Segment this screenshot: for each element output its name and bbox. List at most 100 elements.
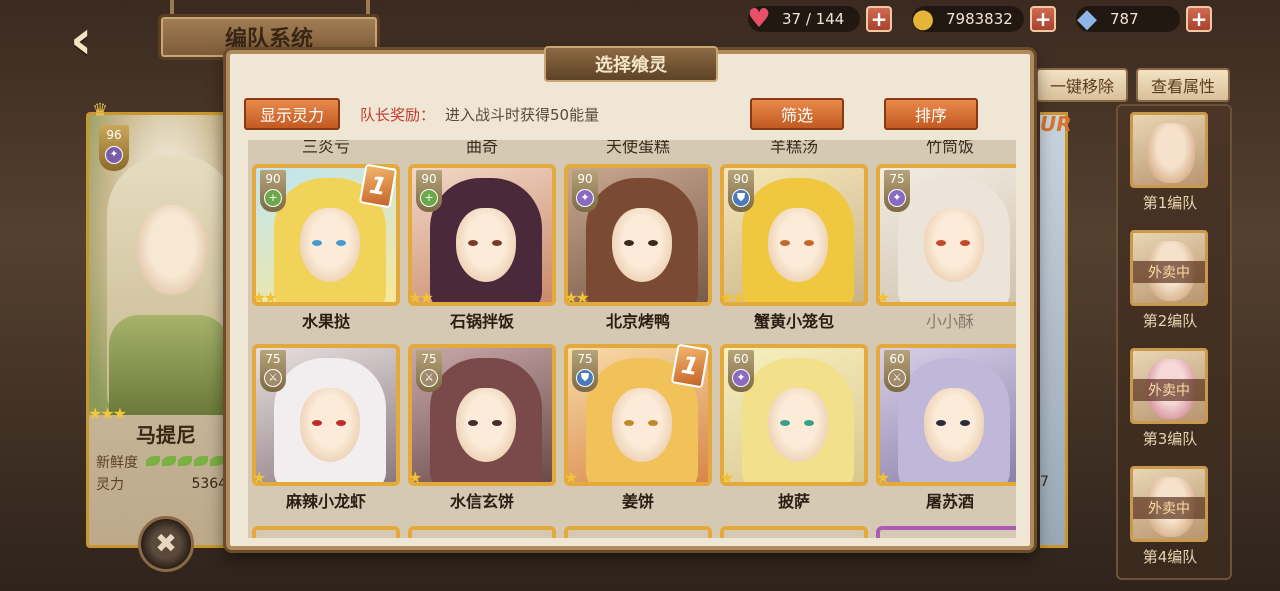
level-value: 75 <box>265 352 281 366</box>
team-label: 第3编队 <box>1142 430 1198 448</box>
leader-card-icon: 1 <box>670 343 710 389</box>
character-grid[interactable]: 三炎亏 曲奇 天使蛋糕 羊糕汤 竹筒饭 90 +1 ★★ 水果挞 90 + ★★ 石锅拌饭 90… <box>248 140 1016 538</box>
character-card[interactable]: 60 ⚔ ★ 屠苏酒 <box>876 344 1016 514</box>
level-value: 90 <box>265 172 281 186</box>
star-rating: ★ <box>408 468 422 487</box>
card-name: 竹筒饭 <box>925 140 974 156</box>
show-power-button[interactable]: 显示灵力 <box>244 98 340 130</box>
level-badge: 75 ⚔ <box>260 350 286 392</box>
add-gold-button[interactable]: + <box>1030 6 1056 32</box>
next-row-card[interactable] <box>876 526 1016 538</box>
character-card[interactable]: 75 ⛊ 1 ★ 姜饼 <box>564 343 712 514</box>
team-label: 第2编队 <box>1142 312 1198 330</box>
remove-all-button[interactable]: 一键移除 <box>1036 68 1128 102</box>
element-icon: ✦ <box>732 369 750 387</box>
character-card[interactable]: 75 ⚔ ★ 水信玄饼 <box>408 344 556 514</box>
level-badge: 75 ⚔ <box>416 350 442 392</box>
character-card[interactable]: 60 ✦ ★ 披萨 <box>720 344 868 514</box>
team-label: 第4编队 <box>1142 548 1198 566</box>
level-value: 96 <box>106 128 122 142</box>
character-card[interactable]: 90 +1 ★★ 水果挞 <box>252 163 400 334</box>
character-card[interactable]: 90 ⛊ ★★ 蟹黄小笼包 <box>720 164 868 334</box>
character-card[interactable]: 75 ⚔ ★ 麻辣小龙虾 <box>252 344 400 514</box>
view-attributes-button[interactable]: 查看属性 <box>1136 68 1230 102</box>
stamina-value: 37 / 144 <box>782 10 845 28</box>
team-slot-4[interactable]: 外卖中 第4编队 <box>1130 466 1210 567</box>
add-stamina-button[interactable]: + <box>866 6 892 32</box>
card-name: 三炎亏 <box>301 140 350 156</box>
next-power-value: 7 <box>1040 474 1049 490</box>
next-row-card[interactable] <box>720 526 868 538</box>
level-badge: 90 ⛊ <box>728 170 754 212</box>
sort-button[interactable]: 排序 <box>884 98 978 130</box>
team-list[interactable]: 第1编队 外卖中 第2编队 外卖中 第3编队 外卖中 第4编队 <box>1116 104 1232 580</box>
next-row-card[interactable] <box>252 526 400 538</box>
card-name: 水信玄饼 <box>449 492 514 511</box>
star-rating: ★★ <box>720 288 746 307</box>
team-slot-3[interactable]: 外卖中 第3编队 <box>1130 348 1210 449</box>
crystal-value: 787 <box>1110 10 1139 28</box>
crystal-resource: ◆ 787 + <box>1076 4 1212 34</box>
back-arrow-icon: ‹ <box>70 8 93 71</box>
level-value: 75 <box>889 172 905 186</box>
element-icon: ✦ <box>105 146 123 164</box>
card-name: 麻辣小龙虾 <box>285 492 366 511</box>
element-icon: ⛊ <box>732 189 750 207</box>
card-name: 披萨 <box>777 492 810 511</box>
element-icon: ⚔ <box>420 369 438 387</box>
level-badge: 90 ✦ <box>572 170 598 212</box>
star-rating: ★ <box>876 288 890 307</box>
leader-bonus-label: 队长奖励： <box>360 105 436 124</box>
character-card[interactable]: 90 + ★★ 石锅拌饭 <box>408 164 556 334</box>
power-label: 灵力 <box>96 477 124 493</box>
delivery-badge: 外卖中 <box>1133 261 1205 283</box>
character-card[interactable]: 75 ✦ ★ 小小酥 <box>876 164 1016 334</box>
team-thumbnail: 外卖中 <box>1130 230 1208 306</box>
card-name: 北京烤鸭 <box>605 312 670 331</box>
select-character-dialog: 选择飨灵 显示灵力 队长奖励： 进入战斗时获得50能量 筛选 排序 三炎亏 曲奇… <box>226 46 1034 550</box>
plus-icon: + <box>1190 7 1208 31</box>
add-crystal-button[interactable]: + <box>1186 6 1212 32</box>
level-badge: 75 ✦ <box>884 170 910 212</box>
team-slot-1[interactable]: 第1编队 <box>1130 112 1210 213</box>
card-name: 曲奇 <box>465 140 498 156</box>
element-icon: ✦ <box>888 189 906 207</box>
delivery-badge: 外卖中 <box>1133 379 1205 401</box>
character-card[interactable]: 90 ✦ ★★ 北京烤鸭 <box>564 164 712 334</box>
next-row-card[interactable] <box>408 526 556 538</box>
power-row: 灵力 53648 <box>96 474 236 494</box>
level-badge: 60 ⚔ <box>884 350 910 392</box>
level-value: 90 <box>577 172 593 186</box>
star-rating: ★★ <box>252 288 278 307</box>
star-rating: ★ <box>564 468 578 487</box>
rarity-tag: UR <box>1040 112 1072 136</box>
card-name: 屠苏酒 <box>925 492 974 511</box>
card-name: 水果挞 <box>301 312 350 331</box>
level-value: 60 <box>733 352 749 366</box>
gold-coin-icon: ● <box>911 4 935 34</box>
level-value: 60 <box>889 352 905 366</box>
element-icon: ⛊ <box>576 369 594 387</box>
element-icon: ⚔ <box>264 369 282 387</box>
leader-bonus-text: 进入战斗时获得50能量 <box>445 105 600 124</box>
element-icon: ⚔ <box>888 369 906 387</box>
heart-icon: ♥ <box>747 4 771 34</box>
star-rating: ★★ <box>564 288 590 307</box>
filter-button[interactable]: 筛选 <box>750 98 844 130</box>
card-name: 羊糕汤 <box>769 140 818 156</box>
team-thumbnail <box>1130 112 1208 188</box>
freshness-label: 新鲜度 <box>96 455 138 471</box>
card-name: 天使蛋糕 <box>605 140 670 156</box>
character-name: 马提尼 <box>136 423 196 447</box>
element-icon: ✦ <box>576 189 594 207</box>
level-badge: 75 ⛊ <box>572 350 598 392</box>
level-badge: 90 + <box>416 170 442 212</box>
meal-button[interactable]: ✖ <box>138 516 194 572</box>
star-rating: ★ <box>252 468 266 487</box>
team-slot-2[interactable]: 外卖中 第2编队 <box>1130 230 1210 331</box>
element-icon: + <box>264 189 282 207</box>
next-row-card[interactable] <box>564 526 712 538</box>
level-value: 75 <box>577 352 593 366</box>
gold-value: 7983832 <box>946 10 1013 28</box>
back-button[interactable]: ‹ <box>70 13 140 68</box>
